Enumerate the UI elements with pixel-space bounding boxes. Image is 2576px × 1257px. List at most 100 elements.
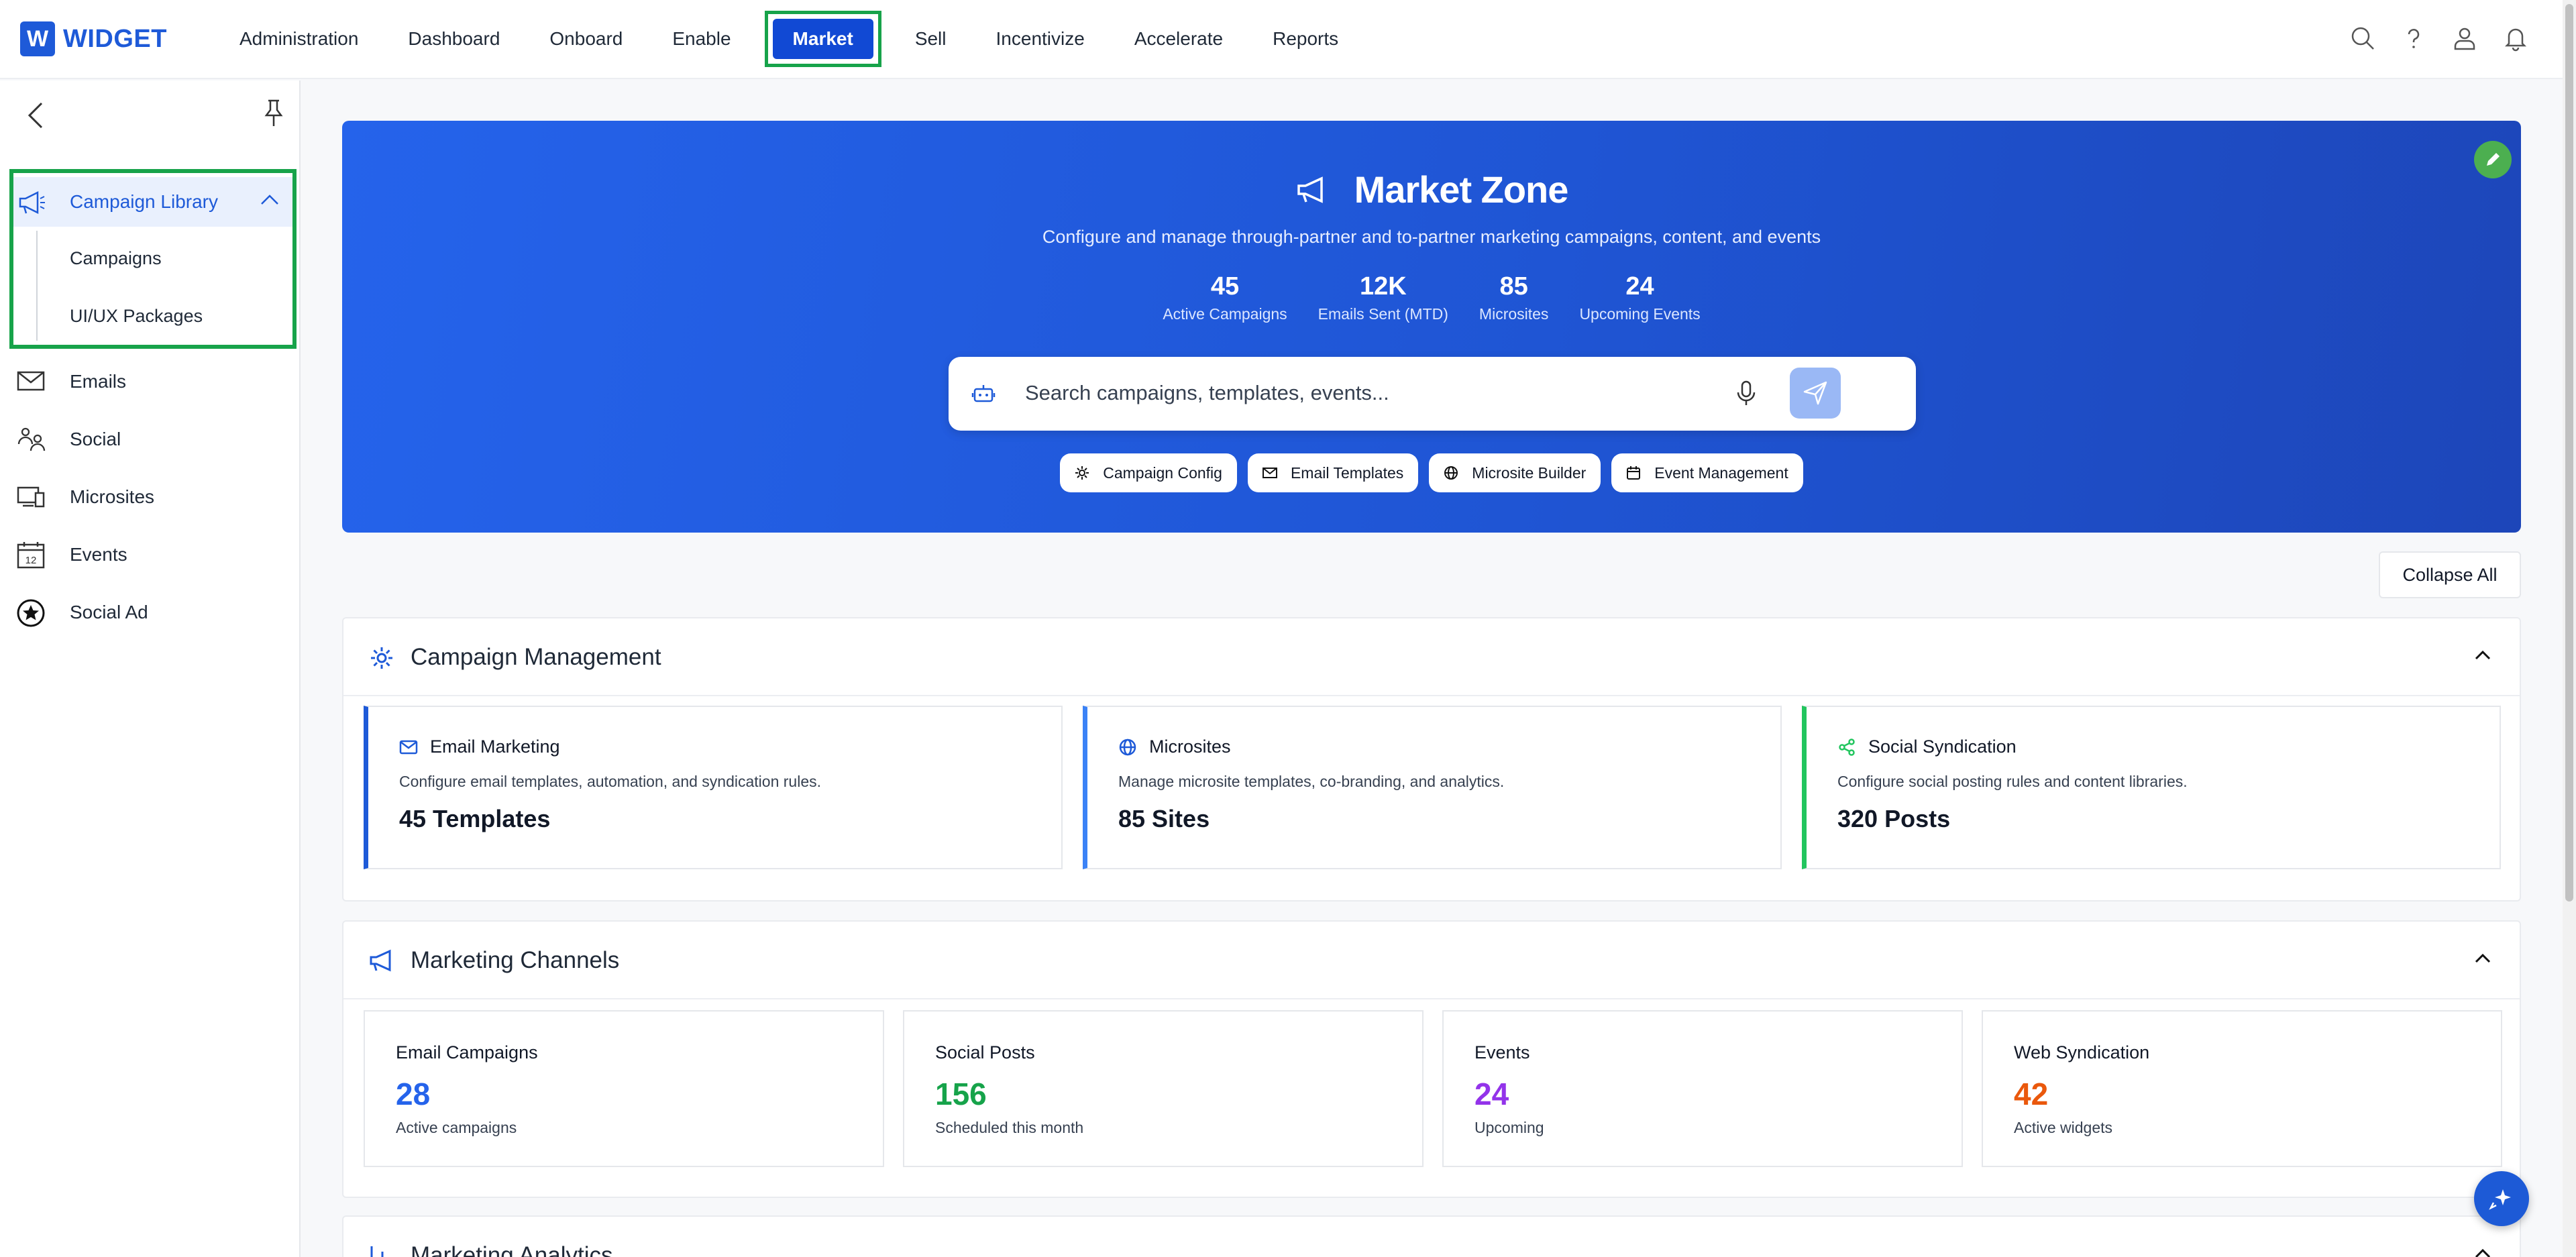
pin-icon[interactable] — [260, 98, 287, 132]
web-syndication-card[interactable]: Web Syndication 42 Active widgets — [1982, 1010, 2502, 1167]
stat-label: Microsites — [1479, 305, 1549, 323]
nav-item-enable[interactable]: Enable — [647, 0, 755, 78]
bell-icon[interactable] — [2502, 25, 2529, 55]
help-icon[interactable] — [2400, 25, 2427, 55]
sidebar: Campaign Library Campaigns UI/UX Package… — [0, 80, 301, 1257]
page-title: Market Zone — [342, 168, 2521, 211]
sidebar-item-emails[interactable]: Emails — [0, 358, 299, 405]
nav-item-sell[interactable]: Sell — [890, 0, 971, 78]
events-card[interactable]: Events 24 Upcoming — [1442, 1010, 1963, 1167]
nav-item-onboard[interactable]: Onboard — [525, 0, 647, 78]
sidebar-item-label: Emails — [70, 371, 127, 392]
user-icon[interactable] — [2451, 25, 2478, 55]
ai-assistant-button[interactable] — [2474, 1171, 2529, 1226]
marketing-analytics-section: Marketing Analytics — [342, 1215, 2521, 1257]
card-value: 45 Templates — [399, 805, 551, 832]
metric-value: 42 — [2014, 1077, 2049, 1111]
chevron-up-icon[interactable] — [2473, 951, 2493, 969]
brand-logo[interactable]: W WIDGET — [20, 21, 215, 56]
hero-subtitle: Configure and manage through-partner and… — [1042, 227, 1821, 247]
sidebar-item-social-ad[interactable]: Social Ad — [0, 589, 299, 636]
section-header[interactable]: Campaign Management — [343, 618, 2520, 696]
search-icon[interactable] — [2349, 25, 2376, 55]
globe-icon — [1119, 739, 1136, 755]
sidebar-item-uiux-packages[interactable]: UI/UX Packages — [70, 306, 203, 327]
submenu-divider — [36, 231, 38, 341]
email-marketing-card[interactable]: Email Marketing Configure email template… — [364, 706, 1063, 869]
section-title: Marketing Analytics — [411, 1242, 613, 1257]
nav-icon-group — [2349, 0, 2529, 79]
calendar-icon: 12 — [16, 541, 46, 572]
sidebar-item-microsites[interactable]: Microsites — [0, 474, 299, 521]
sidebar-item-label: Microsites — [70, 486, 155, 507]
sidebar-item-campaigns[interactable]: Campaigns — [70, 248, 162, 269]
page-scrollbar[interactable] — [2563, 0, 2576, 1257]
envelope-icon — [1262, 468, 1277, 478]
calendar-icon — [1627, 466, 1641, 480]
calendar-icon-day: 12 — [25, 555, 37, 566]
nav-item-accelerate[interactable]: Accelerate — [1110, 0, 1248, 78]
stat-emails-sent: 12K Emails Sent (MTD) — [1318, 272, 1448, 323]
scrollbar-thumb[interactable] — [2565, 4, 2573, 901]
chip-campaign-config[interactable]: Campaign Config — [1060, 453, 1237, 492]
hero-title-text: Market Zone — [1354, 168, 1569, 211]
sidebar-item-label: Social — [70, 429, 121, 449]
search-input[interactable]: Search campaigns, templates, events... — [1025, 381, 1389, 405]
chip-label: Microsite Builder — [1472, 463, 1587, 482]
nav-item-incentivize[interactable]: Incentivize — [971, 0, 1110, 78]
section-header[interactable]: Marketing Channels — [343, 922, 2520, 999]
collapse-all-button[interactable]: Collapse All — [2379, 551, 2521, 598]
stat-value: 24 — [1625, 272, 1654, 300]
search-bar: Search campaigns, templates, events... — [949, 357, 1916, 431]
nav-highlight-outline: Market — [764, 11, 881, 67]
stat-label: Upcoming Events — [1579, 305, 1701, 323]
sidebar-item-events[interactable]: 12 Events — [0, 531, 299, 578]
social-posts-card[interactable]: Social Posts 156 Scheduled this month — [903, 1010, 1424, 1167]
campaign-library-group: Campaign Library Campaigns UI/UX Package… — [9, 169, 297, 349]
card-title: Social Syndication — [1837, 736, 2017, 757]
gear-icon — [369, 645, 394, 674]
email-campaigns-card[interactable]: Email Campaigns 28 Active campaigns — [364, 1010, 884, 1167]
nav-item-dashboard[interactable]: Dashboard — [383, 0, 525, 78]
market-zone-hero: Market Zone Configure and manage through… — [342, 121, 2521, 533]
section-title: Marketing Channels — [411, 947, 620, 973]
stat-label: Active Campaigns — [1163, 305, 1287, 323]
section-header[interactable]: Marketing Analytics — [343, 1217, 2520, 1257]
megaphone-icon — [17, 189, 47, 219]
chevron-up-icon[interactable] — [2473, 648, 2493, 666]
stat-active-campaigns: 45 Active Campaigns — [1163, 272, 1287, 323]
send-icon — [1803, 381, 1827, 405]
metric-label: Email Campaigns — [396, 1042, 538, 1062]
chip-label: Event Management — [1654, 463, 1788, 482]
microphone-icon[interactable] — [1735, 380, 1758, 411]
collapse-sidebar-icon[interactable] — [24, 101, 48, 133]
social-syndication-card[interactable]: Social Syndication Configure social post… — [1802, 706, 2501, 869]
chip-email-templates[interactable]: Email Templates — [1247, 453, 1419, 492]
chip-microsite-builder[interactable]: Microsite Builder — [1429, 453, 1601, 492]
metric-subtitle: Active widgets — [2014, 1119, 2113, 1136]
sidebar-item-social[interactable]: Social — [0, 416, 299, 463]
send-button[interactable] — [1790, 368, 1841, 419]
nav-item-administration[interactable]: Administration — [215, 0, 383, 78]
envelope-icon — [16, 368, 46, 398]
logo-mark: W — [20, 21, 55, 56]
stat-label: Emails Sent (MTD) — [1318, 305, 1448, 323]
nav-item-reports[interactable]: Reports — [1248, 0, 1363, 78]
metric-subtitle: Scheduled this month — [935, 1119, 1084, 1136]
sidebar-toolbar — [0, 80, 299, 148]
megaphone-icon — [1297, 176, 1323, 203]
chip-event-management[interactable]: Event Management — [1611, 453, 1803, 492]
nav-item-market[interactable]: Market — [772, 19, 873, 59]
logo-text: WIDGET — [63, 24, 167, 53]
stat-value: 12K — [1359, 272, 1407, 300]
campaign-library-toggle[interactable]: Campaign Library — [13, 177, 292, 227]
chip-label: Campaign Config — [1103, 463, 1222, 482]
quick-action-chips: Campaign Config Email Templates Microsit… — [342, 453, 2521, 492]
metric-value: 156 — [935, 1077, 987, 1111]
microsites-card[interactable]: Microsites Manage microsite templates, c… — [1083, 706, 1782, 869]
card-title-text: Email Marketing — [430, 736, 560, 757]
chip-label: Email Templates — [1290, 463, 1404, 482]
chevron-up-icon[interactable] — [2473, 1246, 2493, 1257]
star-badge-icon — [16, 598, 46, 631]
sidebar-item-label: Social Ad — [70, 602, 148, 622]
